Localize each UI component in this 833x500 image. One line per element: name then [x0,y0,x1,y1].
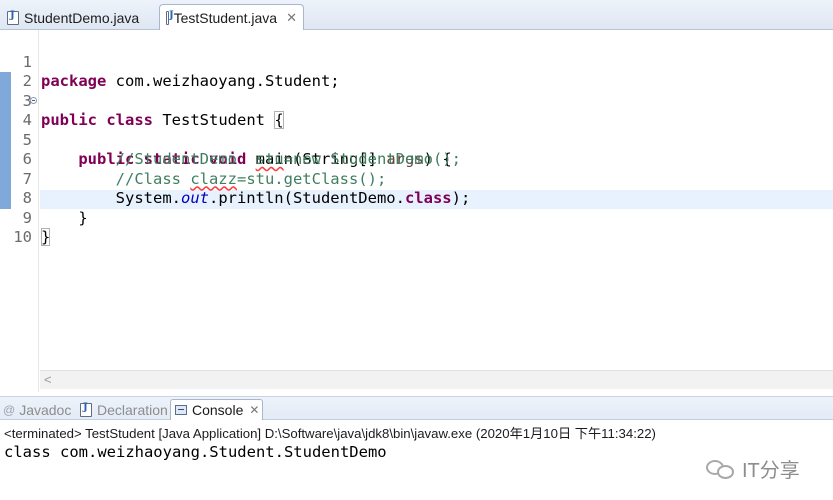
java-file-icon [166,10,173,25]
code-line: 2 [0,53,833,90]
at-icon: @ [3,402,16,417]
fold-collapse-icon[interactable] [30,96,37,104]
tab-console[interactable]: Console ✕ [170,399,263,420]
code-line: 8 } [0,170,833,227]
console-icon [175,405,187,415]
horizontal-scrollbar[interactable]: < [40,370,833,389]
matching-brace: } [41,228,51,246]
code-line: 1 package com.weizhaoyang.Student; [0,33,833,91]
java-file-icon [7,10,19,25]
wechat-logo-icon [706,458,736,480]
watermark: IT分享 [706,454,800,483]
close-icon[interactable]: ✕ [249,403,259,417]
code-line: 7 System.out.println(StudentDemo.class); [0,150,833,208]
tab-studentdemo-java[interactable]: StudentDemo.java [0,4,158,30]
code-line: 5 //StudentDemo stu=new StudentDemo(); [0,111,833,169]
watermark-text: IT分享 [742,460,800,482]
declaration-icon [80,402,92,417]
tab-label: TestStudent.java [173,9,278,26]
tab-teststudent-java[interactable]: TestStudent.java ✕ [159,4,304,30]
code-line: 9 } [0,189,833,246]
code-editor[interactable]: 1 package com.weizhaoyang.Student; 2 3 p… [0,30,833,392]
editor-tab-bar: StudentDemo.java TestStudent.java ✕ [0,0,833,30]
console-output[interactable]: class com.weizhaoyang.Student.StudentDem… [4,443,387,461]
tab-label: StudentDemo.java [24,9,140,26]
tab-javadoc[interactable]: @ Javadoc [3,399,71,420]
code-line: 10 [0,209,833,246]
code-line: 3 public class TestStudent { [0,72,833,129]
line-number: 10 [13,228,32,246]
tab-declaration[interactable]: Declaration [80,399,168,420]
tab-label: Javadoc [19,401,72,418]
panel-tab-bar: @ Javadoc Declaration Console ✕ [0,396,833,420]
console-status: <terminated> TestStudent [Java Applicati… [4,426,656,441]
code-line: 4 public static void main(String[] args)… [0,92,833,168]
close-icon[interactable]: ✕ [286,10,297,26]
code-line: 6 //Class clazz=stu.getClass(); [0,131,833,188]
tab-label: Declaration [97,401,168,418]
tab-label: Console [192,402,244,418]
scroll-left-icon[interactable]: < [44,372,52,387]
